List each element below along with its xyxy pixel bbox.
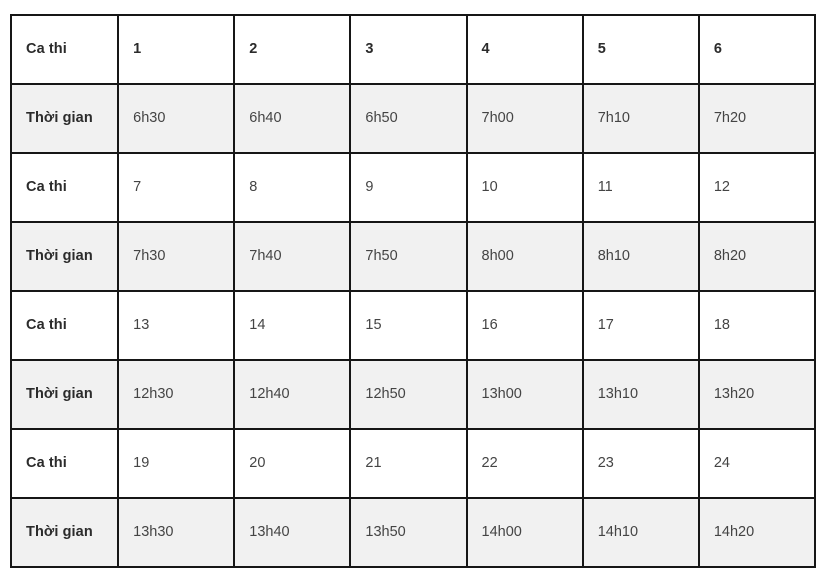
table-row: Ca thi 1 2 3 4 5 6 [9, 14, 817, 85]
row-label-ca-thi: Ca thi [9, 428, 120, 499]
table-row: Ca thi 13 14 15 16 17 18 [9, 290, 817, 361]
cell-time: 6h40 [233, 83, 352, 154]
table-row: Thời gian 7h30 7h40 7h50 8h00 8h10 8h20 [9, 221, 817, 292]
exam-shift-schedule-table: Ca thi 1 2 3 4 5 6 Thời gian 6h30 6h40 6h50 7h00 7h1… [9, 14, 817, 568]
cell-shift-number: 19 [117, 428, 236, 499]
cell-time: 8h00 [465, 221, 584, 292]
cell-time: 12h50 [349, 359, 468, 430]
cell-time: 13h50 [349, 497, 468, 568]
cell-time: 13h30 [117, 497, 236, 568]
table-row: Thời gian 13h30 13h40 13h50 14h00 14h10 14h20 [9, 497, 817, 568]
cell-time: 7h20 [697, 83, 817, 154]
cell-shift-number: 8 [233, 152, 352, 223]
cell-time: 14h10 [581, 497, 700, 568]
cell-shift-number: 16 [465, 290, 584, 361]
cell-time: 7h30 [117, 221, 236, 292]
table-row: Thời gian 12h30 12h40 12h50 13h00 13h10 13h20 [9, 359, 817, 430]
cell-shift-number: 4 [465, 14, 584, 85]
cell-time: 13h10 [581, 359, 700, 430]
cell-time: 12h40 [233, 359, 352, 430]
schedule-table-body: Ca thi 1 2 3 4 5 6 Thời gian 6h30 6h40 6h50 7h00 7h1… [9, 14, 817, 568]
cell-time: 6h30 [117, 83, 236, 154]
cell-time: 7h00 [465, 83, 584, 154]
cell-shift-number: 17 [581, 290, 700, 361]
row-label-ca-thi: Ca thi [9, 290, 120, 361]
cell-time: 6h50 [349, 83, 468, 154]
cell-time: 12h30 [117, 359, 236, 430]
row-label-thoi-gian: Thời gian [9, 221, 120, 292]
cell-time: 13h00 [465, 359, 584, 430]
cell-shift-number: 2 [233, 14, 352, 85]
row-label-ca-thi: Ca thi [9, 14, 120, 85]
row-label-thoi-gian: Thời gian [9, 359, 120, 430]
cell-time: 8h10 [581, 221, 700, 292]
cell-time: 13h20 [697, 359, 817, 430]
row-label-thoi-gian: Thời gian [9, 497, 120, 568]
cell-time: 14h00 [465, 497, 584, 568]
cell-shift-number: 11 [581, 152, 700, 223]
cell-shift-number: 24 [697, 428, 817, 499]
cell-time: 14h20 [697, 497, 817, 568]
cell-time: 7h50 [349, 221, 468, 292]
cell-shift-number: 5 [581, 14, 700, 85]
cell-shift-number: 6 [697, 14, 817, 85]
cell-shift-number: 1 [117, 14, 236, 85]
cell-shift-number: 22 [465, 428, 584, 499]
schedule-table-container: Ca thi 1 2 3 4 5 6 Thời gian 6h30 6h40 6h50 7h00 7h1… [9, 14, 817, 568]
cell-time: 8h20 [697, 221, 817, 292]
cell-shift-number: 9 [349, 152, 468, 223]
table-row: Thời gian 6h30 6h40 6h50 7h00 7h10 7h20 [9, 83, 817, 154]
cell-shift-number: 10 [465, 152, 584, 223]
cell-shift-number: 7 [117, 152, 236, 223]
cell-time: 7h40 [233, 221, 352, 292]
cell-shift-number: 23 [581, 428, 700, 499]
cell-shift-number: 13 [117, 290, 236, 361]
cell-time: 13h40 [233, 497, 352, 568]
cell-shift-number: 3 [349, 14, 468, 85]
cell-shift-number: 15 [349, 290, 468, 361]
table-row: Ca thi 7 8 9 10 11 12 [9, 152, 817, 223]
cell-shift-number: 21 [349, 428, 468, 499]
cell-shift-number: 18 [697, 290, 817, 361]
cell-time: 7h10 [581, 83, 700, 154]
row-label-thoi-gian: Thời gian [9, 83, 120, 154]
cell-shift-number: 12 [697, 152, 817, 223]
table-row: Ca thi 19 20 21 22 23 24 [9, 428, 817, 499]
cell-shift-number: 14 [233, 290, 352, 361]
cell-shift-number: 20 [233, 428, 352, 499]
row-label-ca-thi: Ca thi [9, 152, 120, 223]
